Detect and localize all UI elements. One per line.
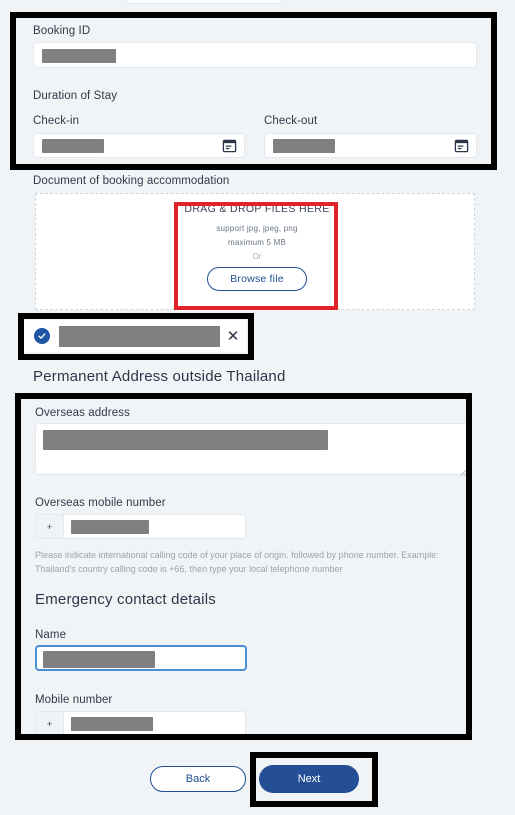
emergency-mobile-label: Mobile number (35, 694, 113, 706)
uploaded-file-row: ✕ (24, 320, 246, 352)
browse-file-button[interactable]: Browse file (207, 267, 307, 291)
calendar-icon[interactable] (454, 138, 469, 153)
overseas-mobile-country-code[interactable]: + (35, 514, 63, 539)
dropzone-supported-formats: support jpg, jpeg, png (216, 224, 298, 233)
duration-of-stay-label: Duration of Stay (33, 90, 118, 102)
booking-id-masked-value (42, 49, 116, 63)
calendar-icon[interactable] (222, 138, 237, 153)
close-icon[interactable]: ✕ (220, 329, 246, 344)
check-in-masked-value (42, 139, 104, 153)
dropzone-or-divider: Or (252, 252, 262, 261)
check-in-label: Check-in (33, 115, 80, 127)
back-button[interactable]: Back (150, 766, 246, 792)
document-upload-label: Document of booking accommodation (33, 175, 230, 187)
check-circle-icon (34, 328, 50, 344)
booking-form-page: Booking ID Duration of Stay Check-in Che… (0, 0, 515, 815)
booking-id-label: Booking ID (33, 25, 91, 37)
overseas-address-label: Overseas address (35, 407, 130, 419)
emergency-name-masked-value (43, 651, 155, 668)
permanent-address-title: Permanent Address outside Thailand (33, 368, 286, 385)
emergency-mobile-input[interactable] (63, 711, 246, 736)
dropzone-max-size: maximum 5 MB (228, 238, 286, 247)
phone-format-hint: Please indicate international calling co… (35, 550, 439, 574)
next-button[interactable]: Next (259, 765, 359, 793)
check-out-date-input[interactable] (264, 133, 477, 158)
overseas-mobile-group: + (35, 514, 246, 539)
booking-id-input[interactable] (33, 42, 477, 68)
emergency-mobile-country-code[interactable]: + (35, 711, 63, 736)
overseas-mobile-input[interactable] (63, 514, 246, 539)
resize-handle-icon[interactable] (460, 463, 469, 476)
emergency-mobile-group: + (35, 711, 246, 736)
partial-field-above (127, 0, 282, 4)
check-out-label: Check-out (264, 115, 318, 127)
uploaded-file-name (59, 325, 220, 347)
check-out-masked-value (273, 139, 335, 153)
dropzone-title: DRAG & DROP FILES HERE (184, 203, 330, 215)
emergency-mobile-masked-value (71, 717, 153, 731)
emergency-name-input[interactable] (35, 645, 247, 671)
overseas-mobile-masked-value (71, 520, 149, 534)
overseas-address-masked-value (43, 430, 328, 450)
file-dropzone[interactable]: DRAG & DROP FILES HERE support jpg, jpeg… (35, 193, 475, 310)
emergency-contact-title: Emergency contact details (35, 591, 216, 608)
emergency-name-label: Name (35, 629, 67, 641)
dropzone-content: DRAG & DROP FILES HERE support jpg, jpeg… (175, 203, 339, 291)
overseas-address-textarea[interactable] (35, 423, 472, 476)
overseas-mobile-label: Overseas mobile number (35, 497, 166, 509)
check-in-date-input[interactable] (33, 133, 245, 158)
